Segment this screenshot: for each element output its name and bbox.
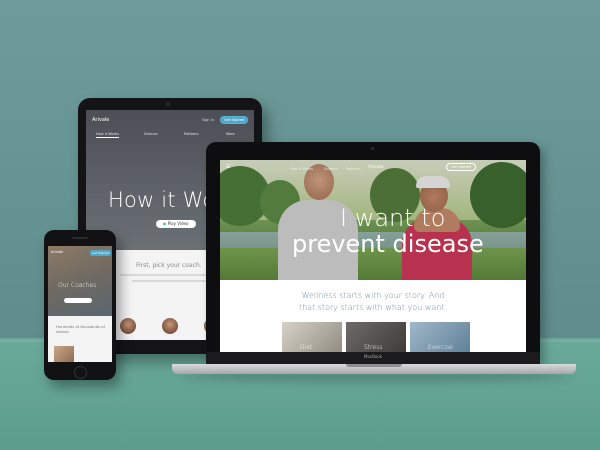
- phone-heading: Our Coaches: [58, 282, 97, 289]
- goal-card-label: Stress: [364, 344, 383, 351]
- tagline: Wellness starts with your story. And tha…: [220, 290, 526, 314]
- phone-home-button: [74, 366, 87, 379]
- tagline-line1: Wellness starts with your story. And: [301, 291, 445, 300]
- coach-avatar[interactable]: [162, 318, 178, 334]
- laptop-navbar: ☰ How it Works Science Partners Arivale …: [220, 160, 526, 174]
- tablet-tabs: How it Works Science Partners More: [86, 132, 254, 142]
- laptop-chin: MacBook: [206, 352, 540, 364]
- goal-card[interactable]: Stress: [346, 322, 406, 352]
- laptop-base: [172, 364, 576, 374]
- coach-avatar[interactable]: [120, 318, 136, 334]
- hero-photo: ☰ How it Works Science Partners Arivale …: [220, 160, 526, 280]
- goal-card-label: Diet: [300, 344, 313, 351]
- phone-body-text: Hundreds of thousands of stories: [56, 324, 105, 334]
- phone-speaker: [72, 237, 88, 239]
- phone-hero-button[interactable]: [64, 298, 92, 303]
- laptop-logo[interactable]: Arivale: [368, 165, 384, 170]
- phone-screen: Arivale Get Started Our Coaches Hundreds…: [48, 246, 112, 362]
- laptop-notch: [346, 364, 402, 367]
- tablet-tab-more[interactable]: More: [226, 132, 235, 136]
- nav-link-partners[interactable]: Partners: [346, 167, 361, 171]
- laptop-brand-label: MacBook: [363, 354, 383, 359]
- tablet-text-line: [120, 274, 220, 276]
- phone-thumbnail-image: [54, 346, 74, 362]
- laptop-lid: ☰ How it Works Science Partners Arivale …: [206, 142, 540, 364]
- phone-get-started-button[interactable]: Get Started: [90, 250, 112, 256]
- hero-headline-line1: I want to: [340, 204, 446, 232]
- laptop-screen: ☰ How it Works Science Partners Arivale …: [220, 160, 526, 352]
- goal-card-label: Exercise: [428, 344, 453, 351]
- laptop-get-started-button[interactable]: Get Started: [446, 163, 477, 171]
- goal-card[interactable]: Exercise: [410, 322, 470, 352]
- tablet-play-video-button[interactable]: ▶Play Video: [156, 220, 196, 228]
- tablet-get-started-button[interactable]: Get Started: [220, 116, 249, 124]
- tablet-play-label: Play Video: [167, 221, 189, 226]
- phone-hero: Arivale Get Started Our Coaches: [48, 246, 112, 316]
- nav-link-how-it-works[interactable]: How it Works: [290, 167, 313, 171]
- hero-headline-line2: prevent disease: [292, 230, 484, 258]
- tablet-tab-how-it-works[interactable]: How it Works: [96, 132, 119, 138]
- goal-card[interactable]: Diet: [282, 322, 342, 352]
- tablet-subheading: First, pick your coach.: [136, 262, 202, 269]
- tablet-navbar: Arivale Sign in Get Started: [86, 110, 254, 130]
- tablet-signin-link[interactable]: Sign in: [202, 118, 214, 122]
- phone-logo[interactable]: Arivale: [51, 250, 63, 254]
- laptop-camera: [371, 147, 374, 150]
- tablet-tab-science[interactable]: Science: [144, 132, 158, 136]
- phone-device: Arivale Get Started Our Coaches Hundreds…: [44, 230, 116, 380]
- tagline-line2: that story starts with what you want.: [298, 303, 448, 312]
- play-icon: ▶: [163, 221, 167, 226]
- nav-link-science[interactable]: Science: [324, 167, 338, 171]
- menu-icon[interactable]: ☰: [226, 164, 230, 170]
- tablet-camera: [166, 102, 170, 106]
- tablet-logo[interactable]: Arivale: [92, 117, 109, 123]
- tablet-text-line: [132, 280, 208, 282]
- tablet-tab-partners[interactable]: Partners: [184, 132, 199, 136]
